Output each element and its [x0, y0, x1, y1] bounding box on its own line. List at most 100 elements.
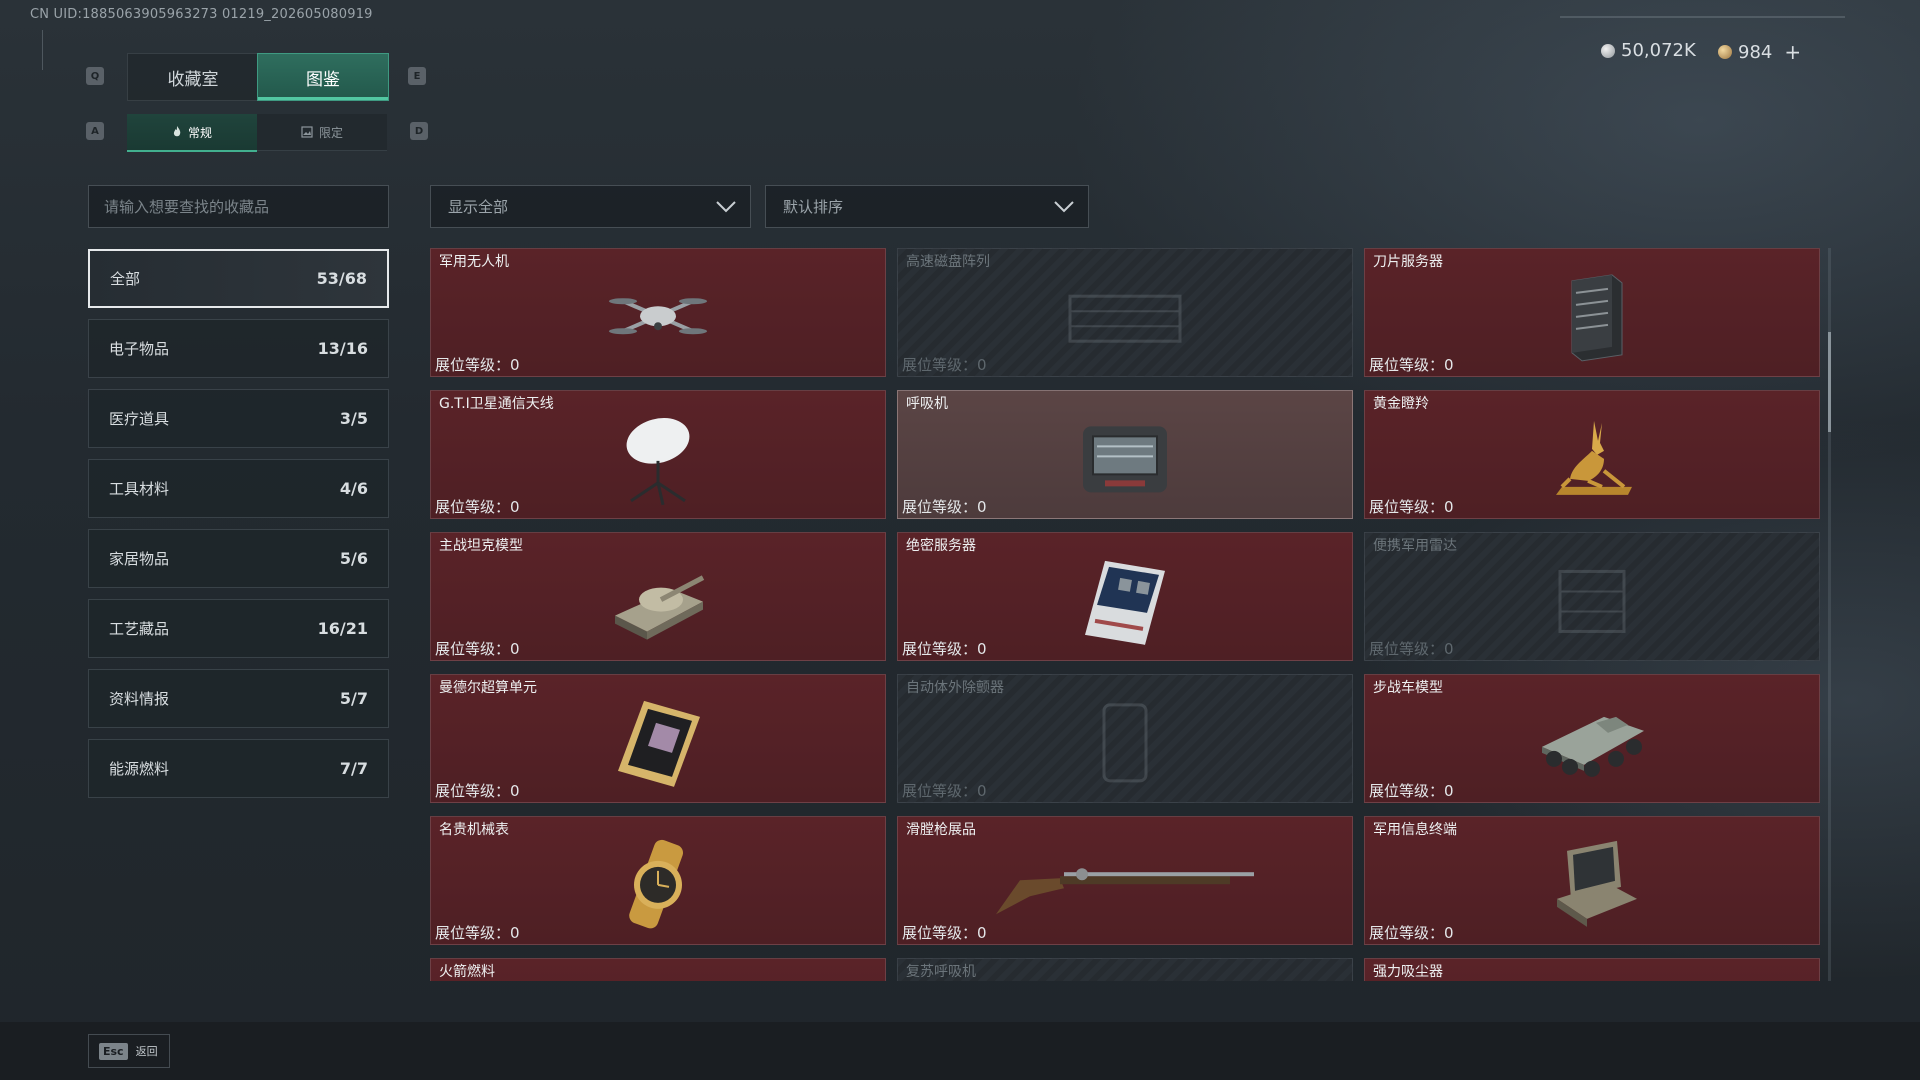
- item-card[interactable]: 军用无人机 展位等级：0: [430, 248, 886, 377]
- category-name: 能源燃料: [109, 760, 170, 778]
- tank-icon: [615, 574, 705, 640]
- disk-array-icon: [1068, 294, 1182, 343]
- q-key-hint: Q: [86, 67, 104, 85]
- item-card[interactable]: 自动体外除颤器 展位等级：0: [897, 674, 1353, 803]
- item-card[interactable]: 刀片服务器 展位等级：0: [1364, 248, 1820, 377]
- tab-collection-room[interactable]: 收藏室: [127, 53, 259, 101]
- silver-amount: 50,072K: [1621, 40, 1696, 61]
- supercomputer-chip-icon: [618, 700, 700, 787]
- item-grid: 军用无人机 展位等级：0 高速磁盘阵列 展位等级：0 刀片服务器 展位等级：0 …: [430, 248, 1830, 981]
- item-name: 军用无人机: [439, 254, 509, 270]
- secret-server-icon: [1085, 560, 1165, 645]
- e-key-hint: E: [408, 67, 426, 85]
- display-level: 展位等级：0: [902, 498, 987, 516]
- category-medical[interactable]: 医疗道具 3/5: [88, 389, 389, 448]
- display-level: 展位等级：0: [1369, 782, 1454, 800]
- display-level: 展位等级：0: [435, 782, 520, 800]
- category-count: 53/68: [316, 269, 367, 288]
- display-level: 展位等级：0: [1369, 640, 1454, 658]
- esc-key-label: Esc: [99, 1042, 128, 1060]
- item-name: 强力吸尘器: [1373, 964, 1443, 980]
- category-name: 电子物品: [109, 340, 170, 358]
- item-card[interactable]: 滑膛枪展品 展位等级：0: [897, 816, 1353, 945]
- sort-dropdown[interactable]: 默认排序: [765, 185, 1089, 228]
- musket-icon: [996, 867, 1254, 914]
- item-card[interactable]: 复苏呼吸机 展位等级：0: [897, 958, 1353, 981]
- item-name: 曼德尔超算单元: [439, 680, 537, 696]
- item-name: 便携军用雷达: [1373, 538, 1457, 554]
- back-label: 返回: [135, 1045, 158, 1058]
- display-level: 展位等级：0: [1369, 356, 1454, 374]
- subtab-regular-label: 常规: [187, 125, 212, 140]
- ventilator-icon: [1083, 425, 1167, 492]
- display-level: 展位等级：0: [1369, 924, 1454, 942]
- item-name: 黄金瞪羚: [1373, 396, 1429, 412]
- item-card[interactable]: 名贵机械表 展位等级：0: [430, 816, 886, 945]
- golden-gazelle-icon: [1556, 420, 1632, 495]
- scrollbar-thumb[interactable]: [1828, 332, 1831, 432]
- category-name: 医疗道具: [109, 410, 170, 428]
- category-count: 16/21: [317, 619, 368, 638]
- category-name: 全部: [110, 270, 141, 288]
- gold-amount: 984: [1738, 41, 1773, 63]
- item-name: 绝密服务器: [906, 538, 976, 554]
- display-level: 展位等级：0: [435, 924, 520, 942]
- subtab-limited[interactable]: 限定: [257, 114, 387, 151]
- item-card[interactable]: 火箭燃料 展位等级：0: [430, 958, 886, 981]
- item-card[interactable]: 军用信息终端 展位等级：0: [1364, 816, 1820, 945]
- grid-scrollbar[interactable]: [1828, 248, 1831, 981]
- silver-coin-icon: [1601, 43, 1615, 58]
- category-fuel[interactable]: 能源燃料 7/7: [88, 739, 389, 798]
- category-count: 5/7: [339, 689, 368, 708]
- add-currency-button[interactable]: +: [1784, 40, 1801, 64]
- item-name: 名贵机械表: [439, 822, 509, 838]
- item-card[interactable]: 高速磁盘阵列 展位等级：0: [897, 248, 1353, 377]
- category-name: 工艺藏品: [109, 620, 170, 638]
- display-level: 展位等级：0: [902, 356, 987, 374]
- category-tools[interactable]: 工具材料 4/6: [88, 459, 389, 518]
- bottom-bar: [0, 1022, 1920, 1080]
- field-terminal-icon: [1557, 840, 1637, 927]
- watch-icon: [629, 839, 684, 928]
- item-card[interactable]: 呼吸机 展位等级：0: [897, 390, 1353, 519]
- item-card[interactable]: 绝密服务器 展位等级：0: [897, 532, 1353, 661]
- category-intel[interactable]: 资料情报 5/7: [88, 669, 389, 728]
- category-name: 工具材料: [109, 480, 170, 498]
- item-name: 自动体外除颤器: [906, 680, 1004, 696]
- search-input[interactable]: [88, 185, 389, 228]
- satellite-dish-icon: [626, 417, 690, 505]
- category-electronics[interactable]: 电子物品 13/16: [88, 319, 389, 378]
- back-button[interactable]: Esc 返回: [88, 1034, 170, 1068]
- filter-dropdown-value: 显示全部: [448, 198, 509, 216]
- display-level: 展位等级：0: [902, 640, 987, 658]
- item-card[interactable]: 曼德尔超算单元 展位等级：0: [430, 674, 886, 803]
- subtab-limited-label: 限定: [318, 125, 343, 140]
- item-card[interactable]: 强力吸尘器 展位等级：0: [1364, 958, 1820, 981]
- item-card[interactable]: G.T.I卫星通信天线 展位等级：0: [430, 390, 886, 519]
- filter-dropdown[interactable]: 显示全部: [430, 185, 751, 228]
- defibrillator-icon: [1102, 702, 1148, 782]
- item-card[interactable]: 主战坦克模型 展位等级：0: [430, 532, 886, 661]
- sort-dropdown-value: 默认排序: [783, 198, 844, 216]
- drone-icon: [609, 297, 707, 334]
- side-decoration: [42, 30, 53, 70]
- gold-coin-icon: [1718, 45, 1732, 59]
- tab-catalog[interactable]: 图鉴: [257, 53, 389, 101]
- item-card[interactable]: 便携军用雷达 展位等级：0: [1364, 532, 1820, 661]
- item-name: 军用信息终端: [1373, 822, 1457, 838]
- subtab-regular[interactable]: 常规: [127, 114, 257, 152]
- screen: CN UID:1885063905963273 01219_2026050809…: [0, 0, 1920, 1080]
- display-level: 展位等级：0: [435, 498, 520, 516]
- d-key-hint: D: [410, 122, 428, 140]
- category-all[interactable]: 全部 53/68: [88, 249, 389, 308]
- category-count: 3/5: [339, 409, 368, 428]
- category-crafts[interactable]: 工艺藏品 16/21: [88, 599, 389, 658]
- item-name: 滑膛枪展品: [906, 822, 976, 838]
- item-card[interactable]: 黄金瞪羚 展位等级：0: [1364, 390, 1820, 519]
- category-household[interactable]: 家居物品 5/6: [88, 529, 389, 588]
- item-card[interactable]: 步战车模型 展位等级：0: [1364, 674, 1820, 803]
- flame-icon: [173, 126, 181, 137]
- tab-collection-room-label: 收藏室: [167, 69, 219, 90]
- category-name: 家居物品: [109, 550, 170, 568]
- radar-icon: [1558, 569, 1626, 633]
